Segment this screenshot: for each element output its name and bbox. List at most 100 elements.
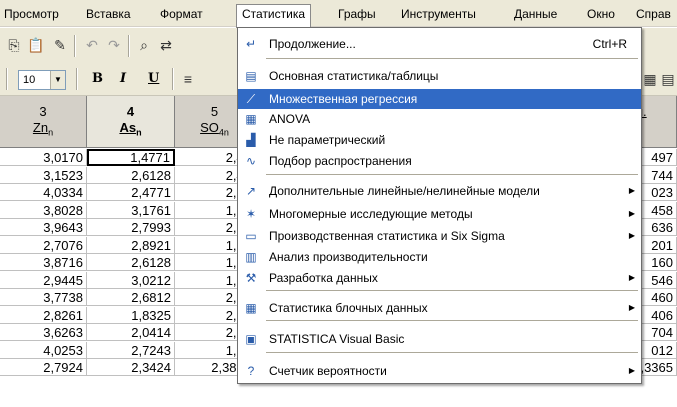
menu-item-label: Не параметрический [269, 133, 386, 147]
nonparametric-icon: ▟ [246, 133, 256, 147]
menu-item-label: Основная статистика/таблицы [269, 69, 439, 83]
menu-item-power-analysis[interactable]: ▥ Анализ производительности [238, 247, 641, 267]
menu-item-advanced-models[interactable]: ↗ Дополнительные линейные/нелинейные моде… [238, 181, 641, 201]
table-cell[interactable]: 2,3424 [87, 359, 175, 376]
menu-separator [266, 58, 638, 59]
selected-cell[interactable]: 1,4771 [87, 149, 175, 166]
table-cell[interactable]: 2,7076 [0, 236, 87, 254]
menu-item-multivariate[interactable]: ✶ Многомерные исследующие методы ▶ [238, 204, 641, 224]
undo-icon[interactable]: ↶ [82, 36, 102, 56]
advanced-models-icon: ↗ [245, 184, 257, 198]
table-cell[interactable]: 2,6812 [87, 289, 175, 306]
table-cell[interactable]: 3,0170 [0, 149, 87, 166]
basic-stats-icon: ▤ [245, 69, 257, 83]
menu-item-anova[interactable]: ▦ ANOVA [238, 109, 641, 129]
menu-separator [266, 320, 638, 321]
chevron-down-icon[interactable]: ▼ [50, 71, 65, 89]
redo-icon[interactable]: ↷ [104, 36, 124, 56]
column-number: 3 [39, 104, 47, 119]
bold-button[interactable]: B [92, 71, 103, 86]
column-header-col-3[interactable]: 3 Znn [0, 96, 87, 148]
menu-item-label: Производственная статистика и Six Sigma [269, 229, 505, 243]
italic-button[interactable]: I [120, 71, 126, 86]
menu-statistics[interactable]: Статистика [236, 4, 312, 28]
menu-item-shortcut: Ctrl+R [592, 37, 627, 51]
menu-tools[interactable]: Инструменты [401, 5, 476, 23]
table-cell[interactable]: 3,0212 [87, 271, 175, 289]
table-cell[interactable]: 2,6128 [87, 166, 175, 184]
font-size-select[interactable]: 10 ▼ [18, 70, 66, 90]
menu-window[interactable]: Окно [587, 5, 615, 23]
menu-item-label: Множественная регрессия [269, 92, 418, 106]
six-sigma-icon: ▭ [245, 229, 257, 243]
table-cell[interactable]: 4,0334 [0, 184, 87, 201]
menu-item-label: Анализ производительности [269, 250, 428, 264]
menu-separator [266, 174, 638, 175]
menu-item-label: Дополнительные линейные/нелинейные модел… [269, 184, 540, 198]
format-painter-icon[interactable]: ✎ [50, 36, 70, 56]
column-name: Znn [0, 120, 86, 141]
menu-insert[interactable]: Вставка [86, 5, 131, 23]
table-cell[interactable]: 2,7924 [0, 359, 87, 376]
menu-item-data-mining[interactable]: ⚒ Разработка данных ▶ [238, 268, 641, 288]
table-cell[interactable]: 2,4771 [87, 184, 175, 201]
multivariate-icon: ✶ [245, 207, 257, 221]
layout-icon[interactable]: ▤ [658, 70, 677, 90]
menu-separator [266, 352, 638, 353]
menu-item-label: Статистика блочных данных [269, 301, 428, 315]
table-cell[interactable]: 2,7243 [87, 341, 175, 359]
menu-item-visual-basic[interactable]: ▣ STATISTICA Visual Basic [238, 329, 641, 349]
menu-separator [266, 290, 638, 291]
table-cell[interactable]: 2,9445 [0, 271, 87, 289]
toolbar-separator [172, 68, 174, 90]
menu-item-continue[interactable]: ↵ Продолжение... Ctrl+R [238, 34, 641, 54]
menu-item-nonparametric[interactable]: ▟ Не параметрический [238, 130, 641, 150]
column-number: 4 [126, 104, 135, 119]
table-cell[interactable]: 1,8325 [87, 306, 175, 324]
menu-format[interactable]: Формат [160, 5, 203, 23]
menu-item-label: Многомерные исследующие методы [269, 207, 473, 221]
paste-icon[interactable]: 📋 [26, 36, 46, 56]
table-cell[interactable]: 3,9643 [0, 219, 87, 236]
submenu-arrow-icon: ▶ [628, 303, 635, 312]
table-cell[interactable]: 4,0253 [0, 341, 87, 359]
table-cell[interactable]: 2,8261 [0, 306, 87, 324]
menu-item-six-sigma[interactable]: ▭ Производственная статистика и Six Sigma… [238, 226, 641, 246]
table-cell[interactable]: 2,7993 [87, 219, 175, 236]
replace-icon[interactable]: ⇄ [156, 36, 176, 56]
toolbar-separator [128, 35, 130, 57]
column-name-text: SO [200, 120, 219, 135]
visual-basic-icon: ▣ [245, 332, 257, 346]
align-left-icon[interactable]: ≡ [178, 70, 198, 90]
table-cell[interactable]: 3,8028 [0, 201, 87, 219]
anova-icon: ▦ [245, 112, 257, 126]
table-cell[interactable]: 3,1523 [0, 166, 87, 184]
table-cell[interactable]: 3,6263 [0, 324, 87, 341]
table-cell[interactable]: 3,7738 [0, 289, 87, 306]
underline-button[interactable]: U [148, 71, 159, 86]
table-cell[interactable]: 2,8921 [87, 236, 175, 254]
column-header-col-4[interactable]: 4 Asn [87, 96, 175, 148]
block-stats-icon: ▦ [245, 301, 257, 315]
menu-item-block-stats[interactable]: ▦ Статистика блочных данных ▶ [238, 298, 641, 318]
menu-data[interactable]: Данные [514, 5, 557, 23]
power-analysis-icon: ▥ [245, 250, 257, 264]
menu-item-label: Продолжение... [269, 37, 356, 51]
find-icon[interactable]: ⌕ [134, 36, 154, 56]
table-cell[interactable]: 2,0414 [87, 324, 175, 341]
menu-item-regression[interactable]: ⟋ Множественная регрессия [238, 89, 641, 109]
menu-item-basic-stats[interactable]: ▤ Основная статистика/таблицы [238, 66, 641, 86]
table-cell[interactable]: 2,6128 [87, 254, 175, 271]
column-name-subscript: 4n [218, 127, 229, 138]
continue-icon: ↵ [245, 37, 257, 51]
chart-icon[interactable]: ▦ [640, 70, 660, 90]
menu-view[interactable]: Просмотр [4, 5, 59, 23]
menu-graphs[interactable]: Графы [338, 5, 376, 23]
menu-item-probability-calculator[interactable]: ? Счетчик вероятности ▶ [238, 361, 641, 381]
menu-help[interactable]: Справ [636, 5, 671, 23]
submenu-arrow-icon: ▶ [628, 273, 635, 282]
menu-item-distribution-fit[interactable]: ∿ Подбор распространения [238, 151, 641, 171]
table-cell[interactable]: 3,1761 [87, 201, 175, 219]
table-cell[interactable]: 3,8716 [0, 254, 87, 271]
copy-icon[interactable]: ⎘ [4, 36, 24, 56]
